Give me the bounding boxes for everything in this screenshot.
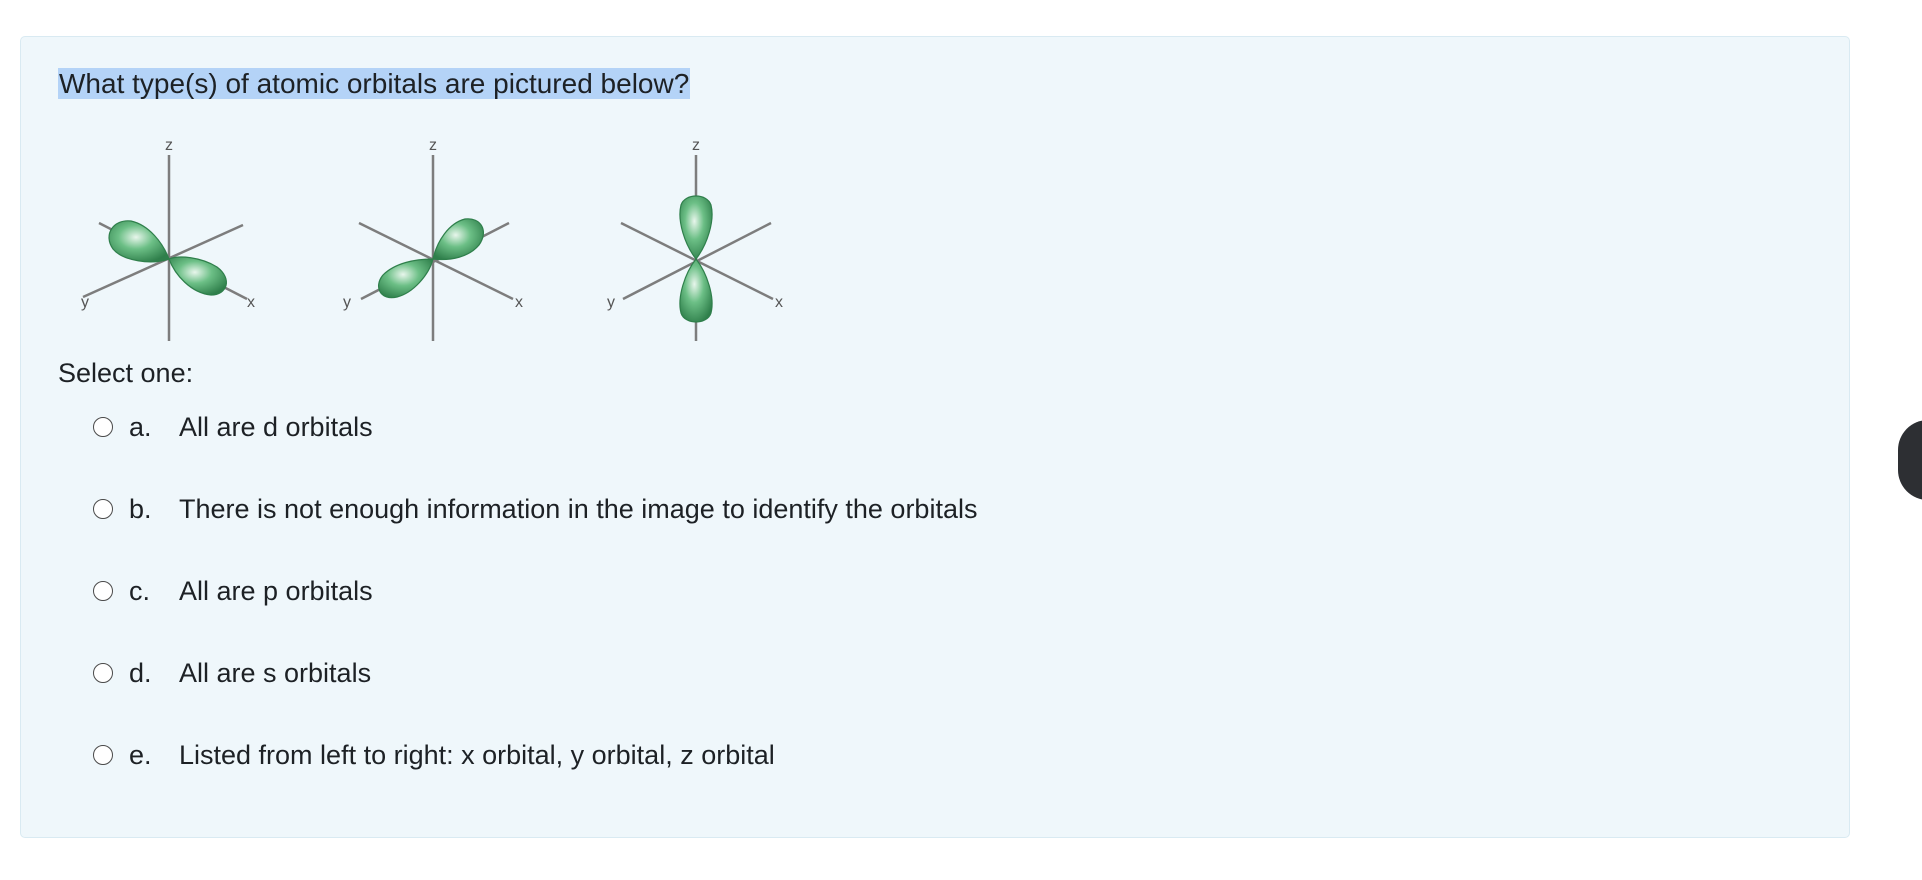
option-letter: e.	[129, 739, 152, 770]
svg-text:y: y	[81, 294, 89, 311]
option-label: Listed from left to right: x orbital, y …	[179, 739, 775, 770]
option-letter: c.	[129, 575, 151, 606]
select-one-label: Select one:	[58, 358, 194, 388]
option-c[interactable]: c. All are p orbitals	[71, 569, 373, 613]
orbital-3: z y x	[607, 137, 783, 341]
option-a[interactable]: a. All are d orbitals	[71, 405, 373, 449]
question-card: What type(s) of atomic orbitals are pict…	[20, 36, 1850, 838]
svg-text:y: y	[343, 294, 351, 311]
option-label: There is not enough information in the i…	[179, 493, 978, 524]
option-letter: b.	[129, 493, 152, 524]
orbital-figure: z y x z y x z y x	[81, 137, 783, 341]
svg-text:y: y	[607, 294, 615, 311]
radio-e[interactable]	[93, 745, 113, 765]
option-d[interactable]: d. All are s orbitals	[71, 651, 371, 695]
option-label: All are p orbitals	[179, 575, 373, 606]
radio-d[interactable]	[93, 663, 113, 683]
svg-text:x: x	[515, 294, 523, 311]
radio-a[interactable]	[93, 417, 113, 437]
svg-text:z: z	[429, 137, 437, 154]
option-e[interactable]: e. Listed from left to right: x orbital,…	[71, 733, 775, 777]
svg-text:z: z	[165, 137, 173, 154]
side-panel-handle[interactable]	[1898, 420, 1922, 500]
svg-text:z: z	[692, 137, 700, 154]
option-letter: a.	[129, 411, 152, 442]
option-letter: d.	[129, 657, 152, 688]
orbital-2: z y x	[343, 137, 523, 341]
svg-text:x: x	[247, 294, 255, 311]
svg-text:x: x	[775, 294, 783, 311]
radio-b[interactable]	[93, 499, 113, 519]
radio-c[interactable]	[93, 581, 113, 601]
question-text: What type(s) of atomic orbitals are pict…	[58, 68, 691, 99]
option-b[interactable]: b. There is not enough information in th…	[71, 487, 977, 531]
option-label: All are s orbitals	[179, 657, 372, 688]
option-label: All are d orbitals	[179, 411, 373, 442]
orbital-1: z y x	[81, 137, 255, 341]
